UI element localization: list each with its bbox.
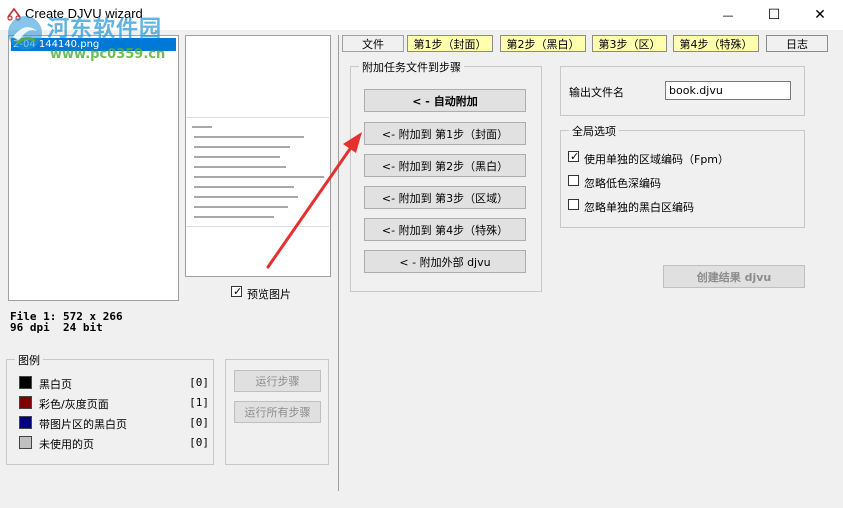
minimize-button[interactable]: — (705, 0, 751, 30)
swatch-black (19, 376, 32, 389)
close-icon: ✕ (814, 7, 826, 23)
global-options-title: 全局选项 (569, 123, 619, 139)
minimize-icon: — (722, 8, 734, 22)
attach-external-button[interactable]: < - 附加外部 djvu (364, 250, 526, 273)
tab-step3[interactable]: 第3步（区） (592, 35, 667, 52)
global-options-group: 全局选项 ✓ 使用单独的区域编码（Fpm） 忽略低色深编码 忽略单独的黑白区编码 (560, 123, 805, 228)
attach-step4-button[interactable]: <- 附加到 第4步（特殊） (364, 218, 526, 241)
maximize-button[interactable]: ☐ (751, 0, 797, 30)
swatch-gray (19, 436, 32, 449)
preview-checkbox-label: 预览图片 (247, 288, 291, 301)
legend-title: 图例 (15, 352, 43, 368)
output-group: 输出文件名 (560, 66, 805, 116)
legend-item: 彩色/灰度页面 [1] (19, 396, 209, 411)
tab-step4[interactable]: 第4步（特殊） (673, 35, 759, 52)
attach-title: 附加任务文件到步骤 (359, 59, 464, 75)
checkmark-icon: ✓ (233, 285, 243, 298)
file-info-dpi: 96 dpi 24 bit (10, 321, 103, 334)
attach-step3-button[interactable]: <- 附加到 第3步（区域） (364, 186, 526, 209)
output-filename-label: 输出文件名 (569, 86, 624, 99)
image-preview (185, 35, 331, 277)
create-djvu-button[interactable]: 创建结果 djvu (663, 265, 805, 288)
legend-item: 带图片区的黑白页 [0] (19, 416, 209, 431)
tab-log[interactable]: 日志 (766, 35, 828, 52)
legend-item: 未使用的页 [0] (19, 436, 209, 451)
file-info: File 1: 572 x 266 96 dpi 24 bit (10, 311, 123, 333)
legend-item: 黑白页 [0] (19, 376, 209, 391)
close-button[interactable]: ✕ (797, 0, 843, 30)
preview-checkbox[interactable]: ✓ (231, 285, 243, 298)
preview-thumbnail (186, 117, 329, 227)
swatch-maroon (19, 396, 32, 409)
maximize-icon: ☐ (767, 7, 781, 23)
attach-step2-button[interactable]: <- 附加到 第2步（黑白） (364, 154, 526, 177)
auto-attach-button[interactable]: < - 自动附加 (364, 89, 526, 112)
output-filename-input[interactable] (665, 81, 791, 100)
attach-step1-button[interactable]: <- 附加到 第1步（封面） (364, 122, 526, 145)
run-group: 运行步骤 运行所有步骤 (225, 359, 329, 465)
tab-step1[interactable]: 第1步（封面） (407, 35, 493, 52)
watermark-logo-icon (8, 16, 42, 50)
tab-step2[interactable]: 第2步（黑白） (500, 35, 586, 52)
checkmark-icon: ✓ (570, 150, 580, 163)
panel-divider (338, 35, 339, 491)
tab-file[interactable]: 文件 (342, 35, 404, 52)
option-checkbox[interactable]: ✓ (568, 150, 580, 163)
watermark-title: 河东软件园 (47, 16, 163, 42)
file-list[interactable]: 2-04 144140.png (8, 35, 179, 301)
option-checkbox[interactable] (568, 175, 579, 186)
option-checkbox[interactable] (568, 199, 579, 210)
legend-group: 图例 黑白页 [0] 彩色/灰度页面 [1] 带图片区的黑白页 [0] 未使用的… (6, 352, 214, 465)
run-step-button[interactable]: 运行步骤 (234, 370, 321, 392)
swatch-navy (19, 416, 32, 429)
attach-group: 附加任务文件到步骤 < - 自动附加 <- 附加到 第1步（封面） <- 附加到… (350, 59, 542, 292)
run-all-steps-button[interactable]: 运行所有步骤 (234, 401, 321, 423)
watermark-url: www.pc0359.cn (50, 47, 166, 62)
